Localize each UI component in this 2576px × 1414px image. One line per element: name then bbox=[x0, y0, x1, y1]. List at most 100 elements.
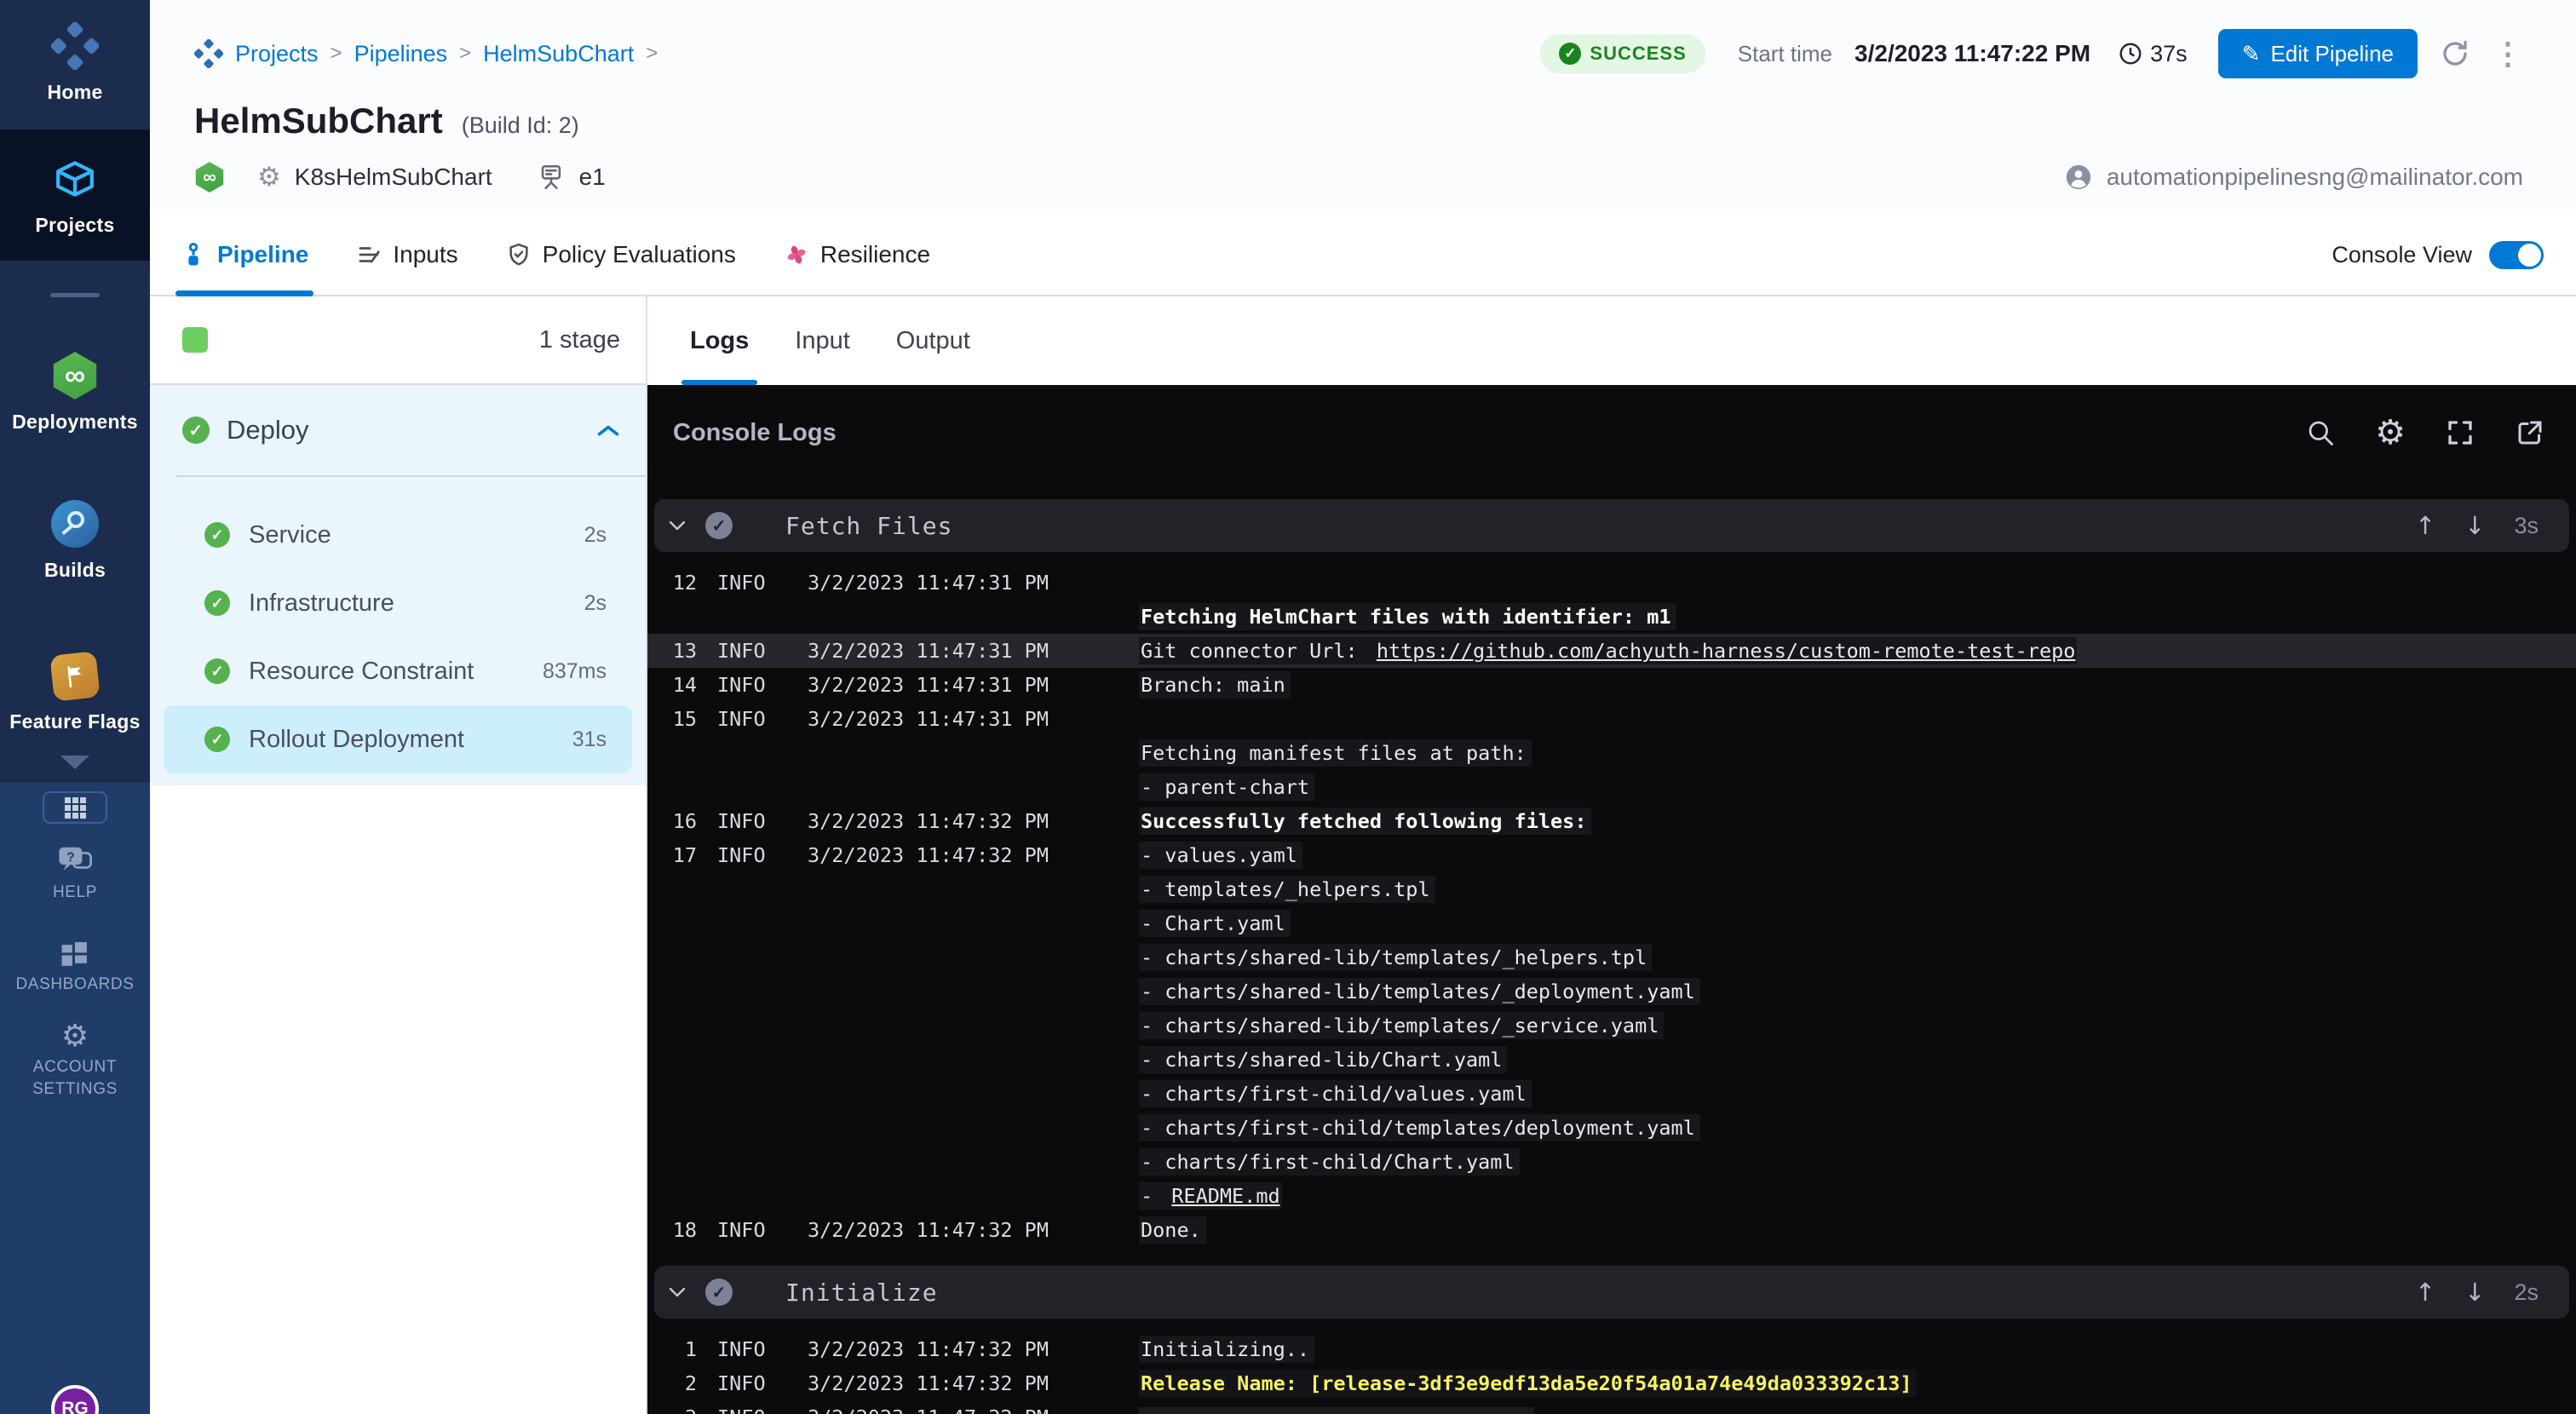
log-line: 12INFO3/2/2023 11:47:31 PM bbox=[647, 566, 2576, 600]
cd-module-icon: ∞ bbox=[194, 162, 225, 193]
log-message: - charts/shared-lib/templates/_deploymen… bbox=[1139, 980, 1700, 1003]
breadcrumb-separator: > bbox=[331, 42, 342, 66]
log-message: Branch: main bbox=[1139, 673, 1291, 697]
step-infrastructure[interactable]: ✓ Infrastructure 2s bbox=[150, 569, 646, 637]
tab-input[interactable]: Input bbox=[795, 296, 850, 385]
step-duration: 2s bbox=[584, 591, 607, 616]
console: Console Logs ⚙ bbox=[647, 385, 2576, 1414]
fullscreen-icon[interactable] bbox=[2445, 417, 2475, 448]
build-id: (Build Id: 2) bbox=[462, 112, 579, 139]
log-line: 17INFO3/2/2023 11:47:32 PM- values.yaml bbox=[647, 838, 2576, 872]
tab-output[interactable]: Output bbox=[896, 296, 970, 385]
sidebar-item-deployments[interactable]: ∞ Deployments bbox=[0, 352, 150, 434]
resilience-icon bbox=[784, 242, 809, 267]
sidebar-item-projects[interactable]: Projects bbox=[0, 129, 150, 261]
user-email: automationpipelinesng@mailinator.com bbox=[2107, 164, 2523, 191]
sidebar-lower: ? HELP DASHBOARDS ⚙ ACCOUNT SETTINGS R bbox=[0, 783, 150, 1414]
open-in-new-icon[interactable] bbox=[2515, 417, 2545, 448]
log-line: Fetching manifest files at path: bbox=[647, 736, 2576, 770]
pipeline-tabs: Pipeline Inputs Policy Evaluations Resil… bbox=[150, 215, 2576, 296]
log-line: - Chart.yaml bbox=[647, 906, 2576, 940]
user-icon bbox=[2064, 163, 2093, 192]
log-line: - charts/shared-lib/templates/_service.y… bbox=[647, 1009, 2576, 1043]
sidebar-item-dashboards[interactable]: DASHBOARDS bbox=[15, 940, 134, 996]
log-line-number: 18 bbox=[666, 1218, 697, 1242]
environment-name[interactable]: e1 bbox=[579, 164, 606, 191]
settings-gear-icon[interactable]: ⚙ bbox=[2375, 416, 2406, 450]
log-link[interactable]: https://github.com/achyuth-harness/custo… bbox=[1375, 637, 2078, 664]
log-level: INFO bbox=[717, 843, 785, 867]
section-duration: 2s bbox=[2514, 1279, 2539, 1306]
user-avatar[interactable]: RG bbox=[51, 1385, 99, 1414]
gear-icon: ⚙ bbox=[61, 1020, 89, 1051]
log-line: 15INFO3/2/2023 11:47:31 PM bbox=[647, 702, 2576, 736]
clock-icon bbox=[2118, 41, 2143, 66]
chevron-up-icon bbox=[596, 422, 620, 438]
main: Projects > Pipelines > HelmSubChart > ✓ … bbox=[150, 0, 2576, 1414]
sidebar-item-label: ACCOUNT SETTINGS bbox=[24, 1056, 126, 1100]
section-name: Initialize bbox=[785, 1279, 938, 1307]
scroll-to-bottom-button[interactable]: ↓ bbox=[2464, 514, 2485, 538]
tab-pipeline[interactable]: Pipeline bbox=[181, 215, 308, 295]
log-text: - values.yaml bbox=[1139, 842, 1302, 869]
sidebar-item-label: Builds bbox=[44, 559, 106, 582]
sidebar-item-account-settings[interactable]: ⚙ ACCOUNT SETTINGS bbox=[24, 1020, 126, 1100]
service-name[interactable]: K8sHelmSubChart bbox=[295, 164, 492, 191]
console-view-toggle[interactable] bbox=[2489, 241, 2544, 269]
log-link[interactable]: README.md bbox=[1170, 1182, 1281, 1210]
sidebar-item-help[interactable]: ? HELP bbox=[53, 844, 97, 904]
sidebar-item-home[interactable]: Home bbox=[0, 0, 150, 104]
log-timestamp: 3/2/2023 11:47:31 PM bbox=[808, 639, 1063, 663]
log-message: - charts/shared-lib/templates/_helpers.t… bbox=[1139, 946, 1652, 969]
step-resource-constraint[interactable]: ✓ Resource Constraint 837ms bbox=[150, 637, 646, 705]
modules-collapse-chevron-icon[interactable] bbox=[60, 756, 89, 769]
log-message: - charts/first-child/templates/deploymen… bbox=[1139, 1116, 1700, 1140]
scroll-to-top-button[interactable]: ↑ bbox=[2415, 1280, 2435, 1305]
tab-logs[interactable]: Logs bbox=[690, 296, 749, 385]
tab-policy-evaluations[interactable]: Policy Evaluations bbox=[506, 215, 736, 295]
log-line-number: 14 bbox=[666, 673, 697, 697]
sidebar-item-feature-flags[interactable]: Feature Flags bbox=[0, 653, 150, 733]
log-timestamp: 3/2/2023 11:47:31 PM bbox=[808, 707, 1063, 731]
step-rollout-deployment[interactable]: ✓ Rollout Deployment 31s bbox=[164, 705, 632, 773]
search-icon[interactable] bbox=[2305, 417, 2336, 448]
log-message: - templates/_helpers.tpl bbox=[1139, 877, 1435, 901]
log-level: INFO bbox=[717, 1337, 785, 1361]
log-text: - templates/_helpers.tpl bbox=[1139, 876, 1435, 903]
step-service[interactable]: ✓ Service 2s bbox=[150, 501, 646, 569]
more-options-button[interactable]: ⋮ bbox=[2493, 36, 2523, 72]
cd-hexagon-icon: ∞ bbox=[51, 352, 99, 399]
duration-value: 37s bbox=[2150, 41, 2188, 67]
sidebar-item-label: Deployments bbox=[12, 411, 138, 434]
sidebar-item-builds[interactable]: Builds bbox=[0, 500, 150, 582]
scroll-to-top-button[interactable]: ↑ bbox=[2415, 514, 2435, 538]
module-picker-button[interactable] bbox=[43, 791, 107, 824]
log-level: INFO bbox=[717, 673, 785, 697]
section-success-icon: ✓ bbox=[705, 1279, 733, 1306]
log-line-number: 1 bbox=[666, 1337, 697, 1361]
content: 1 stage ✓ Deploy ✓ Service bbox=[150, 296, 2576, 1414]
breadcrumb-link-projects[interactable]: Projects bbox=[235, 41, 319, 67]
breadcrumb-link-pipeline-name[interactable]: HelmSubChart bbox=[483, 41, 634, 67]
breadcrumb-link-pipelines[interactable]: Pipelines bbox=[354, 41, 448, 67]
log-section-header[interactable]: ✓ Initialize ↑ ↓ 2s bbox=[654, 1266, 2569, 1319]
log-message: Git connector Url: https://github.com/ac… bbox=[1139, 639, 2077, 663]
page-title: HelmSubChart bbox=[194, 101, 443, 141]
tab-inputs[interactable]: Inputs bbox=[356, 215, 457, 295]
log-message: - charts/shared-lib/templates/_service.y… bbox=[1139, 1014, 1664, 1038]
scroll-to-bottom-button[interactable]: ↓ bbox=[2464, 1280, 2485, 1305]
log-timestamp: 3/2/2023 11:47:31 PM bbox=[808, 673, 1063, 697]
log-level: INFO bbox=[717, 1405, 785, 1414]
tab-resilience[interactable]: Resilience bbox=[784, 215, 930, 295]
log-section-header[interactable]: ✓Fetch Files↑↓3s bbox=[654, 499, 2569, 552]
stage-status-square bbox=[182, 327, 208, 353]
check-circle-icon: ✓ bbox=[204, 727, 230, 752]
edit-pipeline-button[interactable]: ✎ Edit Pipeline bbox=[2218, 29, 2418, 78]
log-text: Initializing.. bbox=[1139, 1336, 1314, 1363]
log-message: - charts/shared-lib/Chart.yaml bbox=[1139, 1048, 1507, 1072]
stage-header-deploy[interactable]: ✓ Deploy bbox=[150, 385, 646, 475]
refresh-button[interactable] bbox=[2440, 38, 2470, 69]
section-duration: 3s bbox=[2514, 513, 2539, 539]
log-line: 2INFO3/2/2023 11:47:32 PMRelease Name: [… bbox=[647, 1366, 2576, 1400]
log-line: - README.md bbox=[647, 1179, 2576, 1213]
